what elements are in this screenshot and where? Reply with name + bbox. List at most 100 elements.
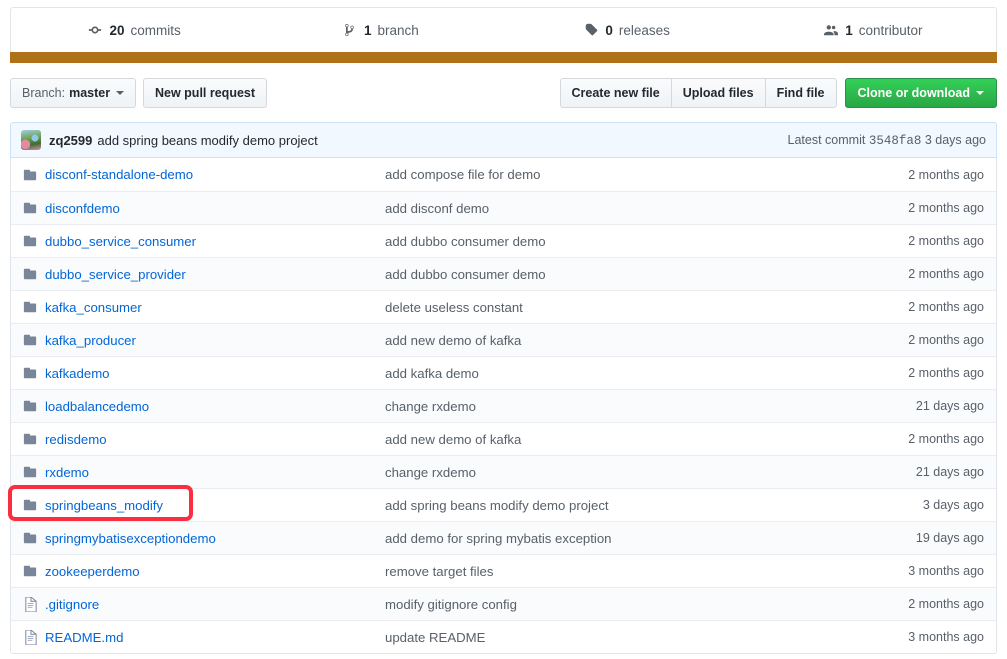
file-name-link[interactable]: redisdemo [45,432,385,447]
file-commit-age: 2 months ago [908,201,984,215]
file-commit-message[interactable]: update README [385,630,841,645]
repository-toolbar: Branch: master New pull request Create n… [10,78,997,108]
file-commit-message[interactable]: add kafka demo [385,366,841,381]
folder-icon [11,465,45,479]
file-name-link[interactable]: springmybatisexceptiondemo [45,531,385,546]
branch-prefix-label: Branch: [22,86,66,100]
file-name-link[interactable]: kafka_producer [45,333,385,348]
new-pull-request-button[interactable]: New pull request [143,78,268,108]
folder-icon [23,367,37,379]
file-row[interactable]: README.md update README 3 months ago [11,620,996,653]
folder-icon [23,202,37,214]
file-commit-message[interactable]: add dubbo consumer demo [385,267,841,282]
folder-icon [11,201,45,215]
folder-icon [11,234,45,248]
file-name-link[interactable]: loadbalancedemo [45,399,385,414]
latest-commit-prefix: Latest commit [787,132,866,147]
branch-selector-button[interactable]: Branch: master [10,78,137,108]
file-name-link[interactable]: rxdemo [45,465,385,480]
avatar[interactable] [21,130,41,150]
commit-icon [87,22,103,38]
branch-name-label: master [69,86,111,100]
file-name-link[interactable]: kafkademo [45,366,385,381]
stat-commits-label: commits [130,22,181,38]
file-commit-age: 2 months ago [908,366,984,380]
file-row[interactable]: springmybatisexceptiondemo add demo for s… [11,521,996,554]
folder-icon [11,168,45,182]
file-row[interactable]: dubbo_service_consumer add dubbo consumer… [11,224,996,257]
latest-commit-bar: zq2599 add spring beans modify demo proj… [10,122,997,158]
file-commit-age: 2 months ago [908,432,984,446]
file-commit-age: 3 months ago [908,564,984,578]
file-commit-message[interactable]: change rxdemo [385,399,841,414]
latest-commit-meta: Latest commit 3548fa8 3 days ago [774,133,986,148]
file-name-link[interactable]: README.md [45,630,385,645]
file-commit-age: 2 months ago [908,300,984,314]
file-row[interactable]: .gitignore modify gitignore config 2 month… [11,587,996,620]
folder-icon [23,466,37,478]
file-row[interactable]: kafka_producer add new demo of kafka 2 mon… [11,323,996,356]
folder-icon [23,301,37,313]
file-commit-message[interactable]: add new demo of kafka [385,333,841,348]
chevron-down-icon [976,91,984,95]
commit-sha-link[interactable]: 3548fa8 [869,134,922,148]
folder-icon [23,235,37,247]
file-row[interactable]: zookeeperdemo remove target files 3 months… [11,554,996,587]
file-commit-age: 2 months ago [908,267,984,281]
file-commit-age: 21 days ago [915,465,984,479]
file-commit-message[interactable]: add demo for spring mybatis exception [385,531,841,546]
stat-commits-count: 20 [109,22,125,38]
file-row[interactable]: springbeans_modify add spring beans modif… [11,488,996,521]
file-row[interactable]: kafkademo add kafka demo 2 months ago [11,356,996,389]
folder-icon [11,564,45,578]
commit-author-link[interactable]: zq2599 [49,133,92,148]
file-commit-message[interactable]: add disconf demo [385,201,841,216]
stat-releases-label: releases [618,22,670,38]
file-commit-message[interactable]: change rxdemo [385,465,841,480]
stat-contributors[interactable]: 1 contributor [750,8,996,52]
file-row[interactable]: kafka_consumer delete useless constant 2 m… [11,290,996,323]
file-name-link[interactable]: dubbo_service_consumer [45,234,385,249]
file-row[interactable]: loadbalancedemo change rxdemo 21 days ago [11,389,996,422]
file-row[interactable]: dubbo_service_provider add dubbo consumer… [11,257,996,290]
file-commit-age: 19 days ago [915,531,984,545]
file-name-link[interactable]: zookeeperdemo [45,564,385,579]
file-name-link[interactable]: disconf-standalone-demo [45,167,385,182]
folder-icon [23,268,37,280]
file-name-link[interactable]: kafka_consumer [45,300,385,315]
folder-icon [23,532,37,544]
upload-files-button[interactable]: Upload files [670,78,766,108]
repository-file-browser: 20 commits 1 branch 0 releases 1 contrib… [0,0,1007,659]
branch-icon [342,22,358,38]
file-commit-age: 21 days ago [915,399,984,413]
clone-or-download-button[interactable]: Clone or download [844,78,997,108]
file-name-link[interactable]: springbeans_modify [45,498,385,513]
file-row[interactable]: disconf-standalone-demo add compose file … [11,158,996,191]
stat-commits[interactable]: 20 commits [11,8,257,52]
file-commit-age: 3 days ago [922,498,984,512]
file-list: disconf-standalone-demo add compose file … [10,158,997,654]
commit-message-link[interactable]: add spring beans modify demo project [97,133,317,148]
folder-icon [23,565,37,577]
file-commit-message[interactable]: add dubbo consumer demo [385,234,841,249]
stat-contributors-count: 1 [845,22,853,38]
create-new-file-button[interactable]: Create new file [559,78,672,108]
language-segment-java[interactable] [10,52,997,63]
file-row[interactable]: rxdemo change rxdemo 21 days ago [11,455,996,488]
find-file-button[interactable]: Find file [764,78,837,108]
file-commit-message[interactable]: add new demo of kafka [385,432,841,447]
file-commit-age: 2 months ago [908,167,984,182]
file-name-link[interactable]: disconfdemo [45,201,385,216]
file-commit-message[interactable]: add compose file for demo [385,167,841,182]
file-commit-message[interactable]: add spring beans modify demo project [385,498,841,513]
file-name-link[interactable]: dubbo_service_provider [45,267,385,282]
stat-contributors-label: contributor [858,22,923,38]
file-commit-message[interactable]: delete useless constant [385,300,841,315]
stat-releases[interactable]: 0 releases [504,8,750,52]
file-row[interactable]: redisdemo add new demo of kafka 2 months a… [11,422,996,455]
file-row[interactable]: disconfdemo add disconf demo 2 months ago [11,191,996,224]
stat-branches[interactable]: 1 branch [257,8,503,52]
file-commit-message[interactable]: modify gitignore config [385,597,841,612]
file-commit-message[interactable]: remove target files [385,564,841,579]
file-name-link[interactable]: .gitignore [45,597,385,612]
